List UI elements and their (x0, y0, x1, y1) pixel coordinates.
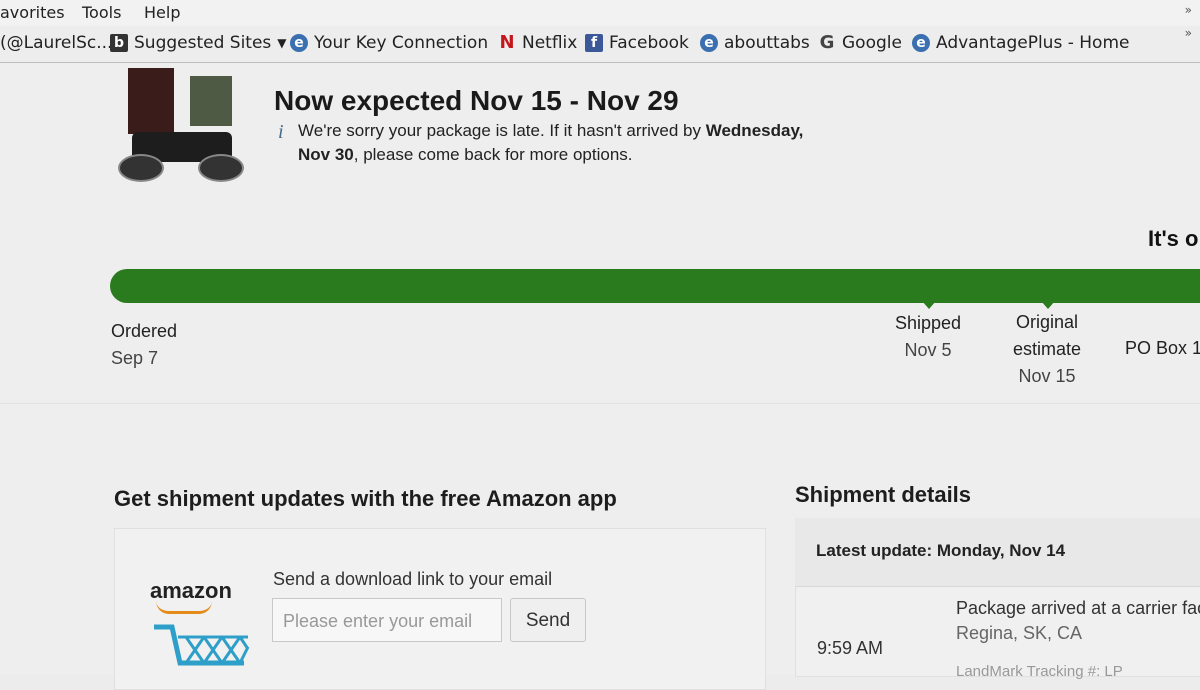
app-promo-heading: Get shipment updates with the free Amazo… (114, 486, 617, 511)
order-page: Now expected Nov 15 - Nov 29 i We're sor… (0, 63, 1200, 690)
chevron-down-icon: ▼ (277, 36, 287, 50)
product-box-green (190, 76, 232, 126)
step-label: PO Box 1 (1125, 338, 1200, 358)
favorite-label: AdvantagePlus - Home (936, 33, 1130, 53)
progress-marker-estimate (1041, 301, 1055, 309)
menu-favorites[interactable]: avorites (0, 3, 65, 22)
step-label: Ordered (111, 321, 178, 341)
favorite-label: abouttabs (724, 33, 810, 53)
email-input[interactable]: Please enter your email (272, 598, 502, 642)
amazon-smile-icon (156, 601, 212, 614)
progress-marker-shipped (922, 301, 936, 309)
status-heading-cut: It's o (1148, 226, 1199, 251)
menu-tools[interactable]: Tools (82, 3, 121, 22)
step-label: Original (1015, 312, 1079, 332)
shopping-cart-icon (154, 624, 250, 666)
favorite-label: (@LaurelSc... (0, 33, 113, 53)
step-shipped: Shipped Nov 5 (888, 310, 968, 364)
step-date: Nov 5 (904, 340, 952, 360)
favorite-label: Suggested Sites (134, 33, 272, 53)
message-text-end: , please come back for more options. (353, 145, 633, 164)
bing-icon: b (110, 34, 128, 52)
product-box-dark (128, 68, 174, 134)
menu-bar: avorites Tools Help » (0, 0, 1200, 26)
divider (0, 403, 1200, 404)
event-location: Regina, SK, CA (956, 623, 1083, 643)
ie-page-icon: e (290, 34, 308, 52)
step-label-line2: estimate (1012, 339, 1082, 359)
favorite-suggested-sites[interactable]: b Suggested Sites ▼ (110, 33, 287, 53)
product-disc (198, 154, 244, 182)
info-icon: i (278, 121, 284, 143)
google-icon: G (819, 32, 835, 53)
favorite-label: Netflix (522, 33, 578, 53)
step-ordered: Ordered Sep 7 (111, 318, 177, 372)
step-label: Shipped (894, 313, 962, 333)
menu-help[interactable]: Help (144, 3, 180, 22)
favorite-netflix[interactable]: N Netflix (498, 33, 577, 53)
step-destination: PO Box 1 (1125, 335, 1200, 362)
event-tracking-number[interactable]: LandMark Tracking #: LP (956, 663, 1123, 680)
download-link-label: Send a download link to your email (273, 569, 553, 589)
step-date: Sep 7 (111, 348, 159, 368)
step-original-estimate: Original estimate Nov 15 (997, 309, 1097, 390)
favorite-label: Google (842, 33, 902, 53)
menu-overflow[interactable]: » (1185, 3, 1192, 17)
favorite-label: Facebook (609, 33, 689, 53)
shipment-details-heading: Shipment details (795, 482, 972, 507)
ie-page-icon: e (700, 34, 718, 52)
step-date: Nov 15 (1018, 366, 1076, 386)
send-button[interactable]: Send (510, 598, 586, 642)
favorite-google[interactable]: G Google (818, 33, 902, 53)
favorite-laurel[interactable]: (@LaurelSc... (0, 33, 112, 53)
favorite-label: Your Key Connection (314, 33, 489, 53)
message-text: We're sorry your package is late. If it … (298, 121, 706, 140)
latest-update: Latest update: Monday, Nov 14 (816, 541, 1066, 560)
favorite-facebook[interactable]: f Facebook (585, 33, 689, 53)
late-package-message: We're sorry your package is late. If it … (298, 119, 838, 167)
ie-page-icon: e (912, 34, 930, 52)
delivery-headline: Now expected Nov 15 - Nov 29 (274, 85, 679, 116)
favorite-advantageplus[interactable]: e AdvantagePlus - Home (912, 33, 1129, 53)
event-description: Package arrived at a carrier fac (956, 598, 1200, 618)
progress-bar (110, 269, 1200, 303)
favorite-abouttabs[interactable]: e abouttabs (700, 33, 810, 53)
product-image[interactable] (118, 68, 248, 183)
netflix-icon: N (499, 32, 515, 53)
favorite-your-key-connection[interactable]: e Your Key Connection (290, 33, 488, 53)
product-disc (118, 154, 164, 182)
event-time: 9:59 AM (817, 638, 884, 658)
facebook-icon: f (585, 34, 603, 52)
favorites-bar: (@LaurelSc... b Suggested Sites ▼ e Your… (0, 26, 1200, 63)
favorites-overflow-icon[interactable]: » (1185, 26, 1192, 40)
